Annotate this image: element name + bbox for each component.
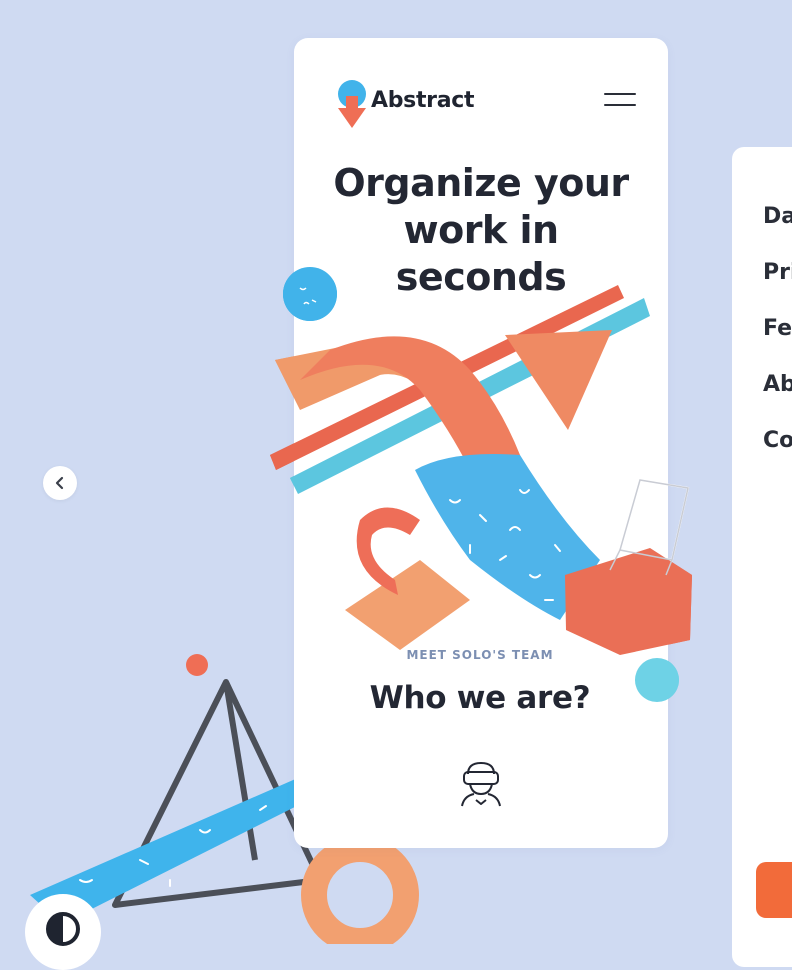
side-menu-item-contact[interactable]: Contact — [763, 428, 792, 453]
vr-headset-user-icon — [461, 762, 501, 807]
headline-line-2: work in — [403, 208, 559, 252]
theme-toggle-button[interactable] — [25, 894, 101, 970]
hero-headline: Organize your work in seconds — [316, 160, 646, 301]
hero-illustration — [270, 280, 692, 655]
side-menu-cta-button[interactable] — [756, 862, 792, 918]
headline-line-1: Organize your — [333, 161, 629, 205]
side-menu-item-dashboard[interactable]: Dashboard — [763, 204, 792, 229]
contrast-theme-icon — [46, 912, 80, 946]
previous-button[interactable] — [43, 466, 77, 500]
small-coral-sphere-shape — [186, 654, 208, 676]
abstract-logo-icon — [338, 80, 366, 128]
hamburger-menu-icon[interactable] — [600, 90, 640, 112]
chevron-left-icon — [55, 476, 64, 490]
orange-ring-shape — [301, 836, 419, 944]
headline-line-3: seconds — [395, 255, 567, 299]
teal-sphere-overlay — [635, 658, 679, 702]
brand-name[interactable]: Abstract — [371, 88, 475, 113]
team-eyebrow: MEET SOLO'S TEAM — [406, 648, 554, 662]
side-menu-item-features[interactable]: Features — [763, 316, 792, 341]
side-menu-item-about[interactable]: About — [763, 372, 792, 397]
team-title: Who we are? — [369, 680, 591, 716]
side-menu-item-pricing[interactable]: Pricing — [763, 260, 792, 285]
